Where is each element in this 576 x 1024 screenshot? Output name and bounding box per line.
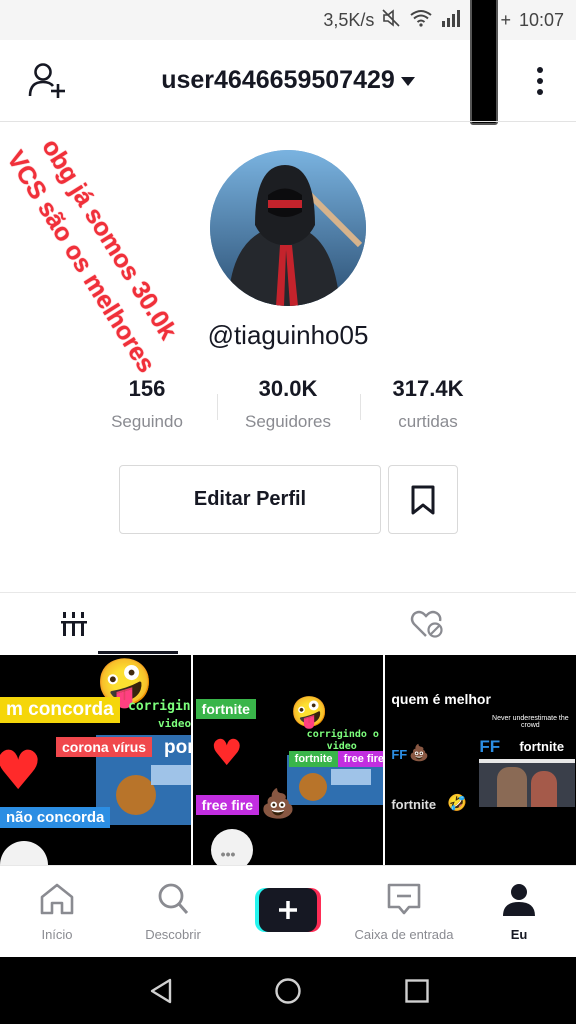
home-icon (40, 883, 74, 915)
thumbnail-tag: m concorda (0, 697, 120, 723)
heart-icon: ♥ (0, 739, 43, 802)
poop-emoji-icon: 💩 (260, 787, 296, 820)
thumbnail-tag: fortnite (195, 699, 256, 719)
more-vertical-icon (530, 67, 550, 95)
grid-icon (61, 612, 87, 636)
network-speed: 3,5K/s (323, 9, 375, 30)
nav-discover[interactable]: Descobrir (113, 882, 233, 942)
video-thumbnail[interactable]: fortnite 😎 🤪 corrigindo o video ♥ fortni… (192, 655, 384, 865)
heart-icon: ♥ (210, 733, 243, 774)
poop-emoji-icon: 💩 (409, 743, 430, 762)
stat-value: 30.0K (258, 376, 318, 401)
video-thumbnail[interactable]: quem é melhor Never underestimate the cr… (385, 655, 576, 865)
thumbnail-text: FF (391, 747, 408, 762)
home-circle-icon[interactable] (274, 977, 302, 1005)
thumbnail-tag: free fire (337, 751, 384, 767)
screen: 3,5K/s 100 + 10:07 user4646659507429 (0, 0, 576, 1024)
stat-following[interactable]: 156 Seguindo (72, 376, 222, 432)
nav-label: Eu (510, 927, 528, 942)
mute-icon (382, 8, 402, 32)
profile-stats: 156 Seguindo 30.0K Seguidores 317.4K cur… (0, 376, 576, 446)
profile-icon (503, 884, 535, 916)
bookmark-icon (411, 485, 435, 514)
thumbnail-text: fortnite (391, 797, 437, 812)
nav-me[interactable]: Eu (459, 882, 576, 942)
speech-bubble-icon (0, 841, 48, 865)
video-thumbnail[interactable]: 🤪 corrigin video m concorda corona vírus… (0, 655, 191, 865)
signal-icon (440, 9, 462, 32)
profile-header: user4646659507429 (0, 40, 576, 122)
back-icon[interactable] (148, 977, 174, 1005)
nav-home[interactable]: Início (0, 882, 117, 942)
wifi-icon (410, 9, 433, 32)
thumbnail-caption: Never underestimate the crowd (492, 715, 569, 729)
create-video-button[interactable] (255, 888, 321, 932)
thumbnail-text: por (164, 737, 191, 758)
thumbnail-text: corrigin (128, 699, 191, 714)
username-label: user4646659507429 (161, 66, 395, 94)
stat-likes[interactable]: 317.4K curtidas (353, 376, 503, 432)
laughing-emoji-icon: 🤣 (447, 793, 468, 812)
nav-label: Início (41, 927, 73, 942)
plus-icon (279, 901, 297, 919)
nav-inbox[interactable]: Caixa de entrada (344, 882, 464, 942)
thumbnail-text: video (158, 717, 191, 730)
stat-label: Seguindo (111, 412, 183, 431)
stat-value: 317.4K (392, 376, 464, 401)
profile-tabs (0, 592, 576, 654)
liked-hidden-icon (410, 610, 443, 638)
more-options-button[interactable] (530, 64, 550, 100)
video-grid: 🤪 corrigin video m concorda corona vírus… (0, 655, 576, 865)
thumbnail-tag: não concorda (0, 807, 111, 828)
inbox-icon (387, 883, 421, 915)
thumbnail-text: fortnite (519, 739, 565, 754)
search-icon (158, 883, 189, 914)
stat-label: Seguidores (244, 412, 331, 431)
recents-icon[interactable] (404, 977, 430, 1005)
stat-value: 156 (128, 376, 166, 401)
stat-followers[interactable]: 30.0K Seguidores (213, 376, 363, 432)
profile-avatar[interactable] (210, 150, 366, 306)
avatar-image (210, 150, 366, 306)
thumbnail-tag: corona vírus (56, 737, 153, 757)
thumbnail-tag: free fire (195, 795, 260, 815)
sunglasses-emoji-icon: 😎 (256, 693, 288, 728)
charging-icon: + (500, 9, 511, 30)
edit-profile-button[interactable]: Editar Perfil (119, 465, 381, 534)
nav-label: Caixa de entrada (354, 927, 454, 942)
profile-handle: @tiaguinho05 (207, 320, 369, 350)
crazy-face-emoji-icon: 🤪 (290, 695, 329, 730)
thumbnail-image (479, 759, 576, 807)
surprised-emoji-icon: 😮 (340, 827, 379, 865)
tab-videos[interactable] (0, 593, 288, 655)
thumbnail-tag: fortnite (288, 751, 339, 767)
thumbnail-text: FF (479, 737, 501, 756)
caret-down-icon (400, 76, 415, 86)
thumbnail-text: corrigindo o (306, 729, 379, 740)
nav-label: Descobrir (145, 927, 201, 942)
active-tab-indicator (98, 651, 178, 654)
speech-bubble-icon: ••• (210, 829, 253, 865)
status-bar: 3,5K/s 100 + 10:07 (0, 0, 576, 125)
stat-label: curtidas (398, 412, 458, 431)
system-navigation-bar (0, 957, 576, 1024)
favorites-button[interactable] (388, 465, 458, 534)
tab-liked[interactable] (288, 593, 576, 655)
thumbnail-title: quem é melhor (391, 691, 491, 707)
bottom-navigation: Início Descobrir Caixa de entrada Eu (0, 865, 576, 957)
account-switcher[interactable]: user4646659507429 (0, 66, 576, 95)
clock: 10:07 (518, 9, 564, 30)
